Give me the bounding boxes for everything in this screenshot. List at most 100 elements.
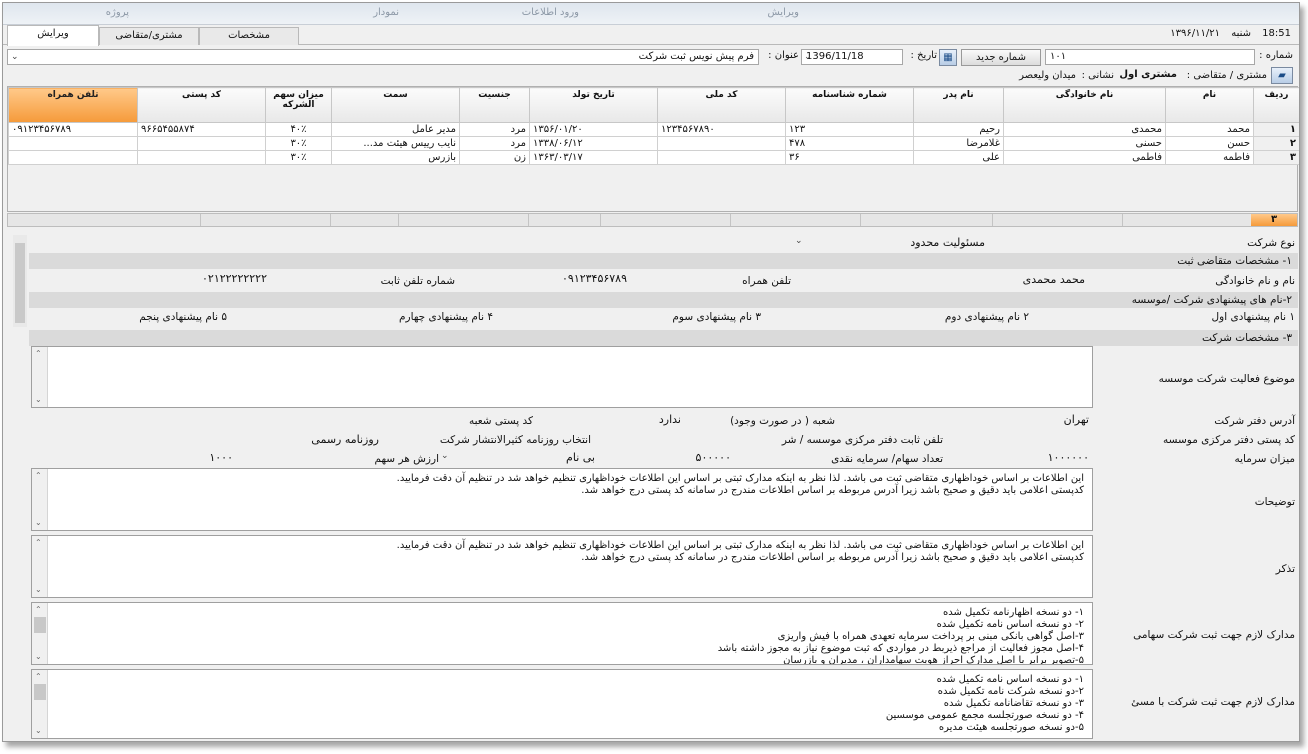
chevron-down-icon[interactable]: ⌄ <box>35 517 42 529</box>
col-father[interactable]: نام پدر <box>913 87 1004 123</box>
cell-idnum[interactable]: ۳۶ <box>785 150 914 165</box>
cell-idnum[interactable]: ۱۲۳ <box>785 122 914 137</box>
cell-national-code[interactable] <box>657 150 786 165</box>
chevron-up-icon[interactable]: ⌃ <box>35 604 42 616</box>
cell-name[interactable]: محمد <box>1165 122 1254 137</box>
tab-specs[interactable]: مشخصات <box>199 27 299 45</box>
scrollbar-thumb[interactable] <box>34 684 46 700</box>
cell-lastname[interactable]: فاطمی <box>1003 150 1166 165</box>
name-option-5[interactable]: ۵ نام پیشنهادی پنجم <box>139 311 227 323</box>
cell-row[interactable]: ۲ <box>1253 136 1299 151</box>
chevron-down-icon[interactable]: ⌄ <box>35 651 42 663</box>
cell-position[interactable]: مدیر عامل <box>331 122 460 137</box>
cell-postal[interactable] <box>137 136 266 151</box>
activity-textarea[interactable]: ⌃ ⌄ <box>31 346 1093 408</box>
office-address-value[interactable]: تهران <box>1064 413 1089 426</box>
cell-birthdate[interactable]: ۱۳۳۸/۰۶/۱۲ <box>529 136 658 151</box>
chevron-down-icon[interactable]: ⌄ <box>35 584 42 596</box>
tab-customer[interactable]: مشتری/متقاضی <box>99 27 199 45</box>
new-number-button[interactable]: شماره جدید <box>961 49 1041 66</box>
table-row[interactable]: ۲ حسن حسنی غلامرضا ۴۷۸ ۱۳۳۸/۰۶/۱۲ مرد نا… <box>8 136 1299 151</box>
docs-joint-textarea[interactable]: ⌃ ⌄ ۱- دو نسخه اظهارنامه تکمیل شده ۲- دو … <box>31 602 1093 665</box>
col-national-code[interactable]: کد ملی <box>657 87 786 123</box>
col-name[interactable]: نام <box>1165 87 1254 123</box>
chevron-down-icon[interactable]: ⌄ <box>795 236 803 246</box>
share-value[interactable]: ۱۰۰۰ <box>209 451 233 464</box>
cell-father[interactable]: غلامرضا <box>913 136 1004 151</box>
col-mobile[interactable]: تلفن همراه <box>8 87 138 123</box>
description-textarea[interactable]: ⌃ ⌄ این اطلاعات بر اساس خوداظهاری متقاضی … <box>31 468 1093 531</box>
col-position[interactable]: سمت <box>331 87 460 123</box>
customer-icon[interactable]: ▰ <box>1271 67 1293 84</box>
note-textarea[interactable]: ⌃ ⌄ این اطلاعات بر اساس خوداظهاری متقاضی … <box>31 535 1093 598</box>
fullname-value[interactable]: محمد محمدی <box>1023 273 1085 286</box>
cell-mobile[interactable] <box>8 136 138 151</box>
cell-father[interactable]: رحیم <box>913 122 1004 137</box>
cell-position[interactable]: بازرس <box>331 150 460 165</box>
calendar-icon[interactable]: ▦ <box>939 49 957 66</box>
cell-lastname[interactable]: محمدی <box>1003 122 1166 137</box>
cell-national-code[interactable]: ۱۲۳۴۵۶۷۸۹۰ <box>657 122 786 137</box>
form-scrollbar[interactable] <box>13 235 27 327</box>
cell-birthdate[interactable]: ۱۳۶۳/۰۳/۱۷ <box>529 150 658 165</box>
cell-mobile[interactable]: ۰۹۱۲۳۴۵۶۷۸۹ <box>8 122 138 137</box>
scrollbar[interactable]: ⌃ ⌄ <box>32 670 48 738</box>
newspaper-value[interactable]: روزنامه رسمی <box>311 433 379 446</box>
col-postal[interactable]: کد پستی <box>137 87 266 123</box>
menu-chart[interactable]: نمودار <box>373 7 399 18</box>
cell-gender[interactable]: مرد <box>459 136 530 151</box>
table-row[interactable]: ۱ محمد محمدی رحیم ۱۲۳ ۱۲۳۴۵۶۷۸۹۰ ۱۳۵۶/۰۱… <box>8 122 1299 137</box>
share-type-value[interactable]: بی نام <box>566 451 595 464</box>
mobile-value[interactable]: ۰۹۱۲۳۴۵۶۷۸۹ <box>562 272 627 285</box>
col-lastname[interactable]: نام خانوادگی <box>1003 87 1166 123</box>
scrollbar-thumb[interactable] <box>15 243 25 323</box>
cash-value[interactable]: ۵۰۰۰۰۰ <box>696 451 731 464</box>
name-option-1[interactable]: ۱ نام پیشنهادی اول <box>1212 311 1295 323</box>
scrollbar-thumb[interactable] <box>34 617 46 633</box>
col-gender[interactable]: جنسیت <box>459 87 530 123</box>
chevron-down-icon[interactable]: ⌄ <box>35 394 42 406</box>
cell-postal[interactable]: ۹۶۶۵۴۵۵۸۷۴ <box>137 122 266 137</box>
cell-share[interactable]: ۳۰٪ <box>265 136 332 151</box>
docs-ltd-textarea[interactable]: ⌃ ⌄ ۱- دو نسخه اساس نامه تکمیل شده ۲-دو ن… <box>31 669 1093 739</box>
scrollbar[interactable]: ⌃ ⌄ <box>32 469 48 530</box>
chevron-up-icon[interactable]: ⌃ <box>35 348 42 360</box>
col-row[interactable]: ردیف <box>1253 87 1299 123</box>
cell-share[interactable]: ۴۰٪ <box>265 122 332 137</box>
chevron-up-icon[interactable]: ⌃ <box>35 537 42 549</box>
cell-postal[interactable] <box>137 150 266 165</box>
cell-gender[interactable]: زن <box>459 150 530 165</box>
cell-lastname[interactable]: حسنی <box>1003 136 1166 151</box>
col-share[interactable]: میزان سهم الشرکه <box>265 87 332 123</box>
title-input[interactable]: فرم پیش نویس ثبت شرکت ⌄ <box>7 49 759 65</box>
phone-value[interactable]: ۰۲۱۲۲۲۲۲۲۲۲ <box>202 272 267 285</box>
name-option-2[interactable]: ۲ نام پیشنهادی دوم <box>945 311 1029 323</box>
name-option-3[interactable]: ۳ نام پیشنهادی سوم <box>672 311 761 323</box>
cell-father[interactable]: علی <box>913 150 1004 165</box>
capital-value[interactable]: ۱۰۰۰۰۰۰ <box>1048 451 1089 464</box>
cell-name[interactable]: فاطمه <box>1165 150 1254 165</box>
chevron-down-icon[interactable]: ⌄ <box>35 725 42 737</box>
chevron-up-icon[interactable]: ⌃ <box>35 470 42 482</box>
chevron-up-icon[interactable]: ⌃ <box>35 671 42 683</box>
scrollbar[interactable]: ⌃ ⌄ <box>32 536 48 597</box>
menu-data-entry[interactable]: ورود اطلاعات <box>522 7 579 18</box>
branch-value[interactable]: ندارد <box>659 413 681 426</box>
cell-idnum[interactable]: ۴۷۸ <box>785 136 914 151</box>
chevron-down-icon[interactable]: ⌄ <box>11 50 19 64</box>
cell-row[interactable]: ۳ <box>1253 150 1299 165</box>
col-idnum[interactable]: شماره شناسنامه <box>785 87 914 123</box>
cell-mobile[interactable] <box>8 150 138 165</box>
tab-edit[interactable]: ویرایش <box>7 25 99 46</box>
cell-name[interactable]: حسن <box>1165 136 1254 151</box>
cell-birthdate[interactable]: ۱۳۵۶/۰۱/۲۰ <box>529 122 658 137</box>
date-input[interactable]: 1396/11/18 ⌄ <box>801 49 903 65</box>
cell-national-code[interactable] <box>657 136 786 151</box>
scrollbar[interactable]: ⌃ ⌄ <box>32 603 48 664</box>
col-birthdate[interactable]: تاریخ تولد <box>529 87 658 123</box>
cell-share[interactable]: ۳۰٪ <box>265 150 332 165</box>
menu-project[interactable]: پروژه <box>106 7 129 18</box>
chevron-down-icon[interactable]: ⌄ <box>441 451 449 461</box>
name-option-4[interactable]: ۴ نام پیشنهادی چهارم <box>399 311 493 323</box>
menu-edit[interactable]: ویرایش <box>768 7 799 18</box>
